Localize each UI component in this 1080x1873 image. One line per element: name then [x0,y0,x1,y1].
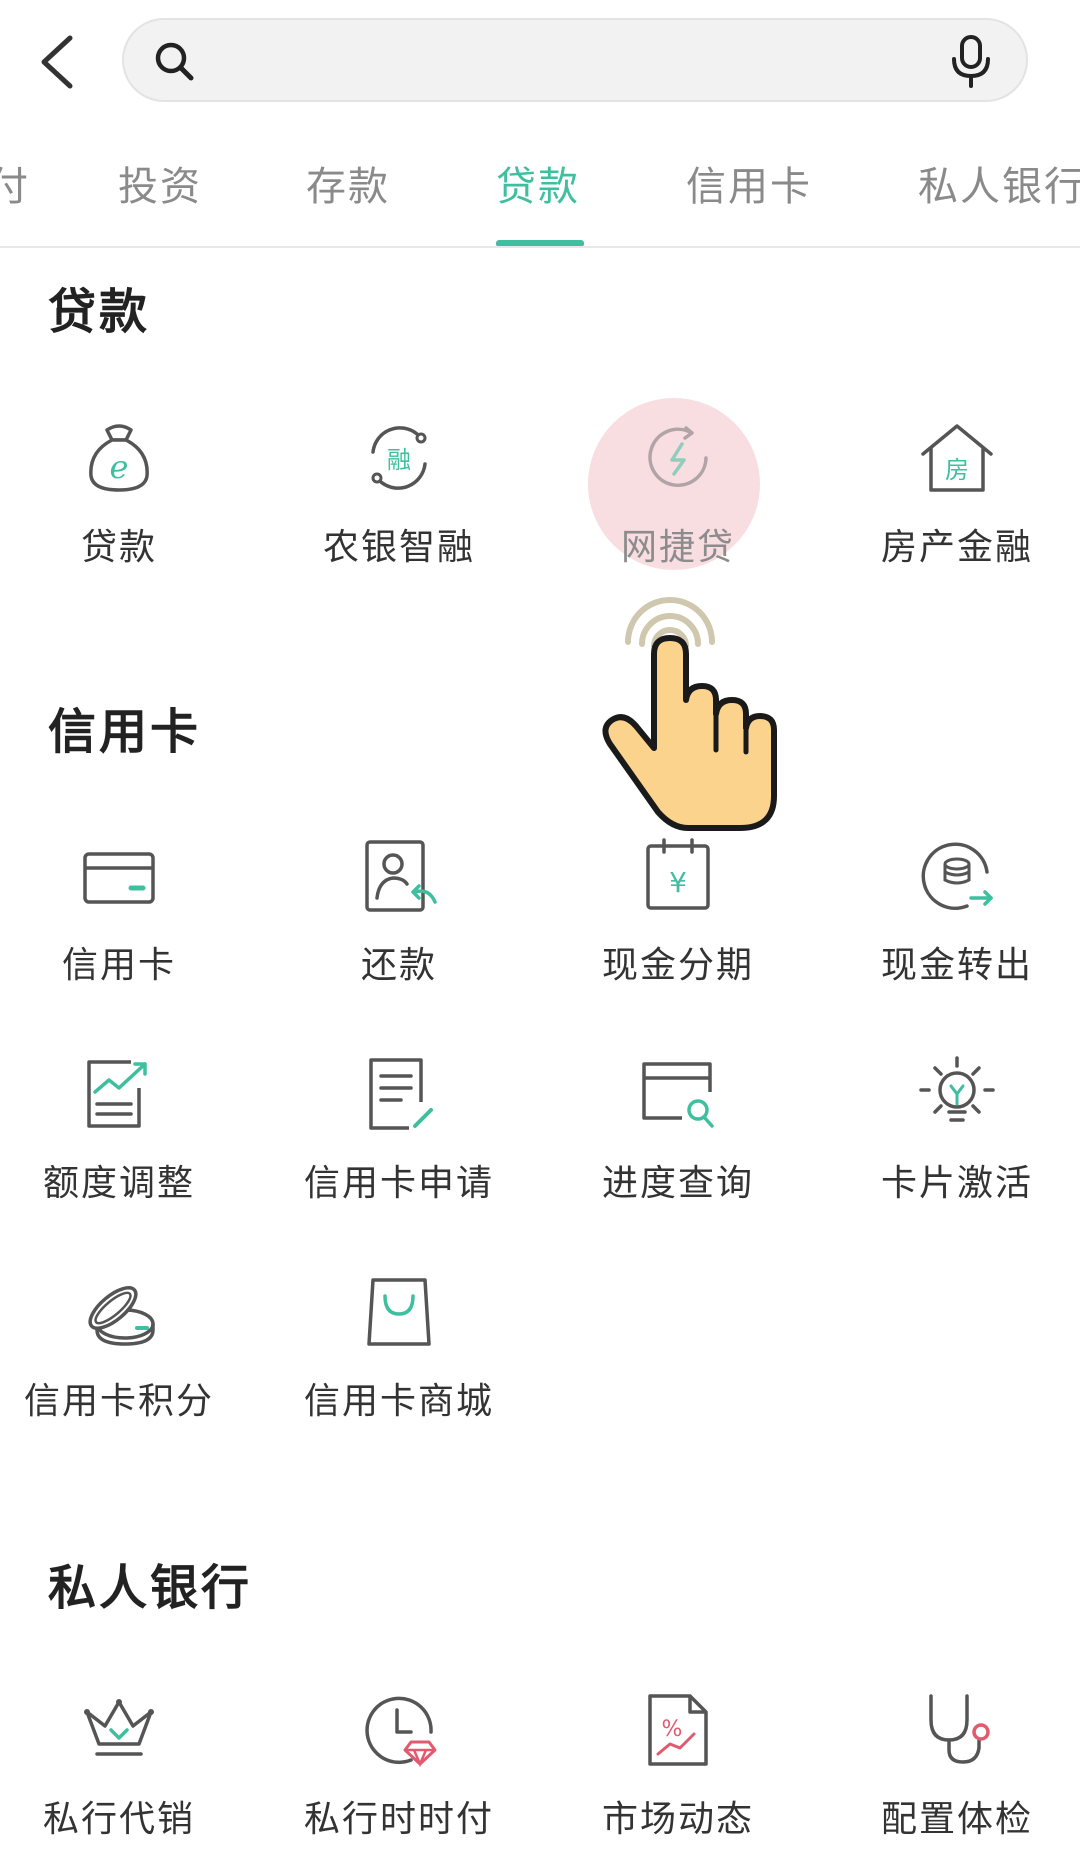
grid-item-label: 进度查询 [601,1163,754,1204]
svg-text:e: e [110,448,129,486]
shopping-bag-icon [367,1278,431,1346]
grid-item-label: 市场动态 [601,1799,754,1840]
section-title-loan: 贷款 [48,284,151,340]
limit-adjust-icon [87,1060,147,1128]
lightbulb-icon [919,1056,995,1122]
grid-item-label: 现金转出 [880,945,1033,986]
grid-item-label: 房产金融 [880,527,1033,568]
svg-text:房: 房 [945,456,969,484]
cash-transfer-icon [921,842,993,910]
grid-item-label: 配置体检 [880,1799,1033,1840]
grid-item-allocation-checkup[interactable]: 配置体检 [822,1690,1080,1870]
grid-item-label: 信用卡积分 [23,1381,214,1422]
grid-item-label: 网捷贷 [620,527,735,568]
grid-item-card-points[interactable]: 信用卡积分 [0,1272,254,1452]
search-icon [155,42,194,81]
tab-credit-card[interactable]: 信用卡 [686,154,812,212]
grid-item-label: 信用卡申请 [303,1163,494,1204]
microphone-icon[interactable] [946,34,996,88]
grid-item-label: 贷款 [80,527,157,568]
pointing-hand-icon [602,597,777,831]
tab-investment[interactable]: 投资 [118,154,202,212]
grid-item-label: 农银智融 [322,527,475,568]
money-bag-icon: e [89,424,149,492]
house-icon: 房 [921,424,993,492]
section-title-credit-card: 信用卡 [48,704,202,760]
credit-card-icon [83,852,155,904]
grid-item-repayment[interactable]: 还款 [264,836,534,1016]
grid-item-wangjiedai[interactable]: 网捷贷 [543,418,813,598]
grid-item-label: 额度调整 [42,1163,195,1204]
grid-item-market-news[interactable]: % 市场动态 [543,1690,813,1870]
grid-item-label: 卡片激活 [880,1163,1033,1204]
grid-item-label: 现金分期 [601,945,754,986]
search-box[interactable] [122,18,1028,102]
search-input[interactable] [214,32,934,90]
grid-item-label: 私行代销 [42,1799,195,1840]
grid-item-private-instant-pay[interactable]: 私行时时付 [264,1690,534,1870]
progress-search-icon [642,1062,714,1128]
clock-diamond-icon [365,1696,437,1768]
lightning-cycle-icon [648,426,708,488]
section-title-private-banking: 私人银行 [48,1560,253,1616]
category-tabs: 付 投资 存款 贷款 信用卡 私人银行 [0,130,1080,248]
active-tab-indicator [496,240,584,246]
market-document-icon: % [648,1694,708,1766]
grid-item-limit-adjust[interactable]: 额度调整 [0,1054,254,1234]
tab-private-banking[interactable]: 私人银行 [918,154,1080,212]
back-button[interactable] [30,26,90,98]
points-coin-icon [88,1286,155,1346]
grid-item-label: 私行时时付 [303,1799,494,1840]
grid-item-real-estate-finance[interactable]: 房 房产金融 [822,418,1080,598]
cash-installment-icon: ¥ [646,838,710,910]
svg-text:融: 融 [387,446,411,474]
grid-item-card-mall[interactable]: 信用卡商城 [264,1272,534,1452]
stethoscope-icon [929,1694,990,1764]
repayment-icon [365,840,437,912]
chevron-left-icon [41,35,73,89]
grid-item-card-activation[interactable]: 卡片激活 [822,1054,1080,1234]
grid-item-credit-card[interactable]: 信用卡 [0,836,254,1016]
grid-item-private-sales[interactable]: 私行代销 [0,1690,254,1870]
grid-item-abc-smart-finance[interactable]: 融 农银智融 [264,418,534,598]
grid-item-label: 信用卡商城 [303,1381,494,1422]
grid-item-loan[interactable]: e 贷款 [0,418,254,598]
svg-text:%: % [662,1717,683,1742]
grid-item-cash-installment[interactable]: ¥ 现金分期 [543,836,813,1016]
grid-item-cash-transfer[interactable]: 现金转出 [822,836,1080,1016]
top-bar [0,0,1080,120]
grid-item-progress-query[interactable]: 进度查询 [543,1054,813,1234]
svg-text:¥: ¥ [669,866,687,899]
rong-exchange-icon: 融 [371,426,427,490]
crown-icon [84,1699,154,1756]
grid-item-label: 还款 [360,945,437,986]
grid-item-card-application[interactable]: 信用卡申请 [264,1054,534,1234]
grid-item-label: 信用卡 [61,945,176,986]
card-apply-icon [369,1058,433,1130]
tab-payment[interactable]: 付 [0,154,30,212]
tab-deposit[interactable]: 存款 [306,154,390,212]
tab-loan[interactable]: 贷款 [496,154,580,212]
